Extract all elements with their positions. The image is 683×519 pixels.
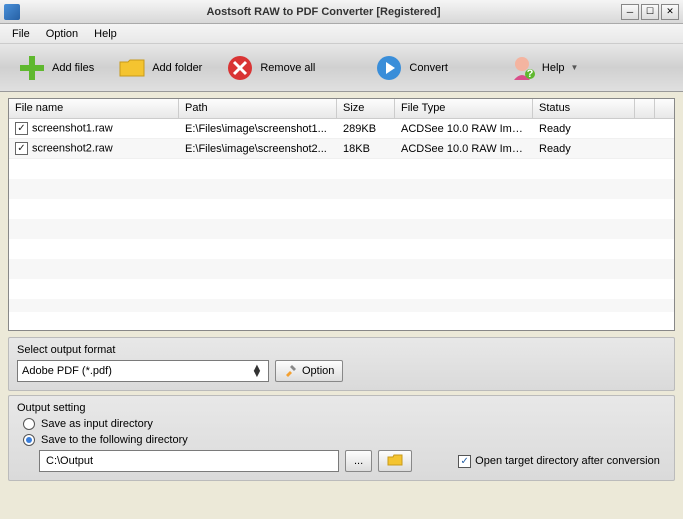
cell-filetype: ACDSee 10.0 RAW Image	[395, 141, 533, 157]
radio-following-label: Save to the following directory	[41, 434, 188, 446]
col-filename[interactable]: File name	[9, 99, 179, 118]
cell-filetype: ACDSee 10.0 RAW Image	[395, 121, 533, 137]
help-button[interactable]: ? Help ▼	[498, 50, 587, 86]
format-option-button[interactable]: Option	[275, 360, 343, 382]
table-header: File name Path Size File Type Status	[9, 99, 674, 119]
menubar: File Option Help	[0, 24, 683, 44]
cell-size: 18KB	[337, 141, 395, 157]
cell-filename: screenshot1.raw	[32, 122, 113, 134]
output-format-group: Select output format Adobe PDF (*.pdf) ▲…	[8, 337, 675, 391]
cell-path: E:\Files\image\screenshot2...	[179, 141, 337, 157]
open-target-label: Open target directory after conversion	[475, 455, 660, 467]
convert-label: Convert	[409, 62, 448, 74]
minimize-button[interactable]: ─	[621, 4, 639, 20]
col-size[interactable]: Size	[337, 99, 395, 118]
remove-all-label: Remove all	[260, 62, 315, 74]
format-selected: Adobe PDF (*.pdf)	[22, 365, 112, 377]
help-label: Help	[542, 62, 565, 74]
plus-icon	[16, 52, 48, 84]
toolbar: Add files Add folder Remove all Convert …	[0, 44, 683, 92]
output-path-input[interactable]: C:\Output	[39, 450, 339, 472]
maximize-button[interactable]: ☐	[641, 4, 659, 20]
close-button[interactable]: ✕	[661, 4, 679, 20]
svg-text:?: ?	[527, 68, 534, 80]
cell-status: Ready	[533, 141, 635, 157]
folder-open-icon	[387, 453, 403, 470]
radio-input-dir-label: Save as input directory	[41, 418, 153, 430]
remove-icon	[224, 52, 256, 84]
col-spacer	[635, 99, 655, 118]
remove-all-button[interactable]: Remove all	[216, 50, 323, 86]
folder-icon	[116, 52, 148, 84]
row-checkbox[interactable]: ✓	[15, 142, 28, 155]
radio-input-dir-row[interactable]: Save as input directory	[23, 418, 666, 430]
cell-filename: screenshot2.raw	[32, 142, 113, 154]
menu-file[interactable]: File	[4, 26, 38, 42]
table-body: ✓ screenshot1.raw E:\Files\image\screensh…	[9, 119, 674, 312]
col-path[interactable]: Path	[179, 99, 337, 118]
browse-label: ...	[354, 455, 363, 467]
add-folder-label: Add folder	[152, 62, 202, 74]
col-filetype[interactable]: File Type	[395, 99, 533, 118]
open-target-checkbox-row[interactable]: ✓ Open target directory after conversion	[458, 455, 660, 468]
add-files-label: Add files	[52, 62, 94, 74]
browse-button[interactable]: ...	[345, 450, 372, 472]
convert-button[interactable]: Convert	[365, 50, 456, 86]
app-icon	[4, 4, 20, 20]
menu-option[interactable]: Option	[38, 26, 86, 42]
cell-status: Ready	[533, 121, 635, 137]
output-path-value: C:\Output	[46, 455, 93, 467]
help-icon: ?	[506, 52, 538, 84]
output-setting-group: Output setting Save as input directory S…	[8, 395, 675, 481]
radio-following-row[interactable]: Save to the following directory	[23, 434, 666, 446]
format-select[interactable]: Adobe PDF (*.pdf) ▲▼	[17, 360, 269, 382]
radio-input-dir[interactable]	[23, 418, 35, 430]
cell-size: 289KB	[337, 121, 395, 137]
menu-help[interactable]: Help	[86, 26, 125, 42]
option-label: Option	[302, 365, 334, 377]
tools-icon	[284, 363, 298, 380]
window-title: Aostsoft RAW to PDF Converter [Registere…	[26, 6, 621, 18]
row-checkbox[interactable]: ✓	[15, 122, 28, 135]
add-files-button[interactable]: Add files	[8, 50, 102, 86]
chevron-down-icon: ▼	[571, 63, 579, 72]
radio-following-dir[interactable]	[23, 434, 35, 446]
window-controls: ─ ☐ ✕	[621, 4, 679, 20]
table-row[interactable]: ✓ screenshot2.raw E:\Files\image\screensh…	[9, 139, 674, 159]
stepper-icon: ▲▼	[250, 365, 264, 377]
play-icon	[373, 52, 405, 84]
file-list: File name Path Size File Type Status ✓ sc…	[8, 98, 675, 331]
open-target-checkbox[interactable]: ✓	[458, 455, 471, 468]
titlebar: Aostsoft RAW to PDF Converter [Registere…	[0, 0, 683, 24]
add-folder-button[interactable]: Add folder	[108, 50, 210, 86]
col-status[interactable]: Status	[533, 99, 635, 118]
format-group-label: Select output format	[17, 344, 666, 356]
table-row[interactable]: ✓ screenshot1.raw E:\Files\image\screensh…	[9, 119, 674, 139]
cell-path: E:\Files\image\screenshot1...	[179, 121, 337, 137]
output-group-label: Output setting	[17, 402, 666, 414]
open-folder-button[interactable]	[378, 450, 412, 472]
